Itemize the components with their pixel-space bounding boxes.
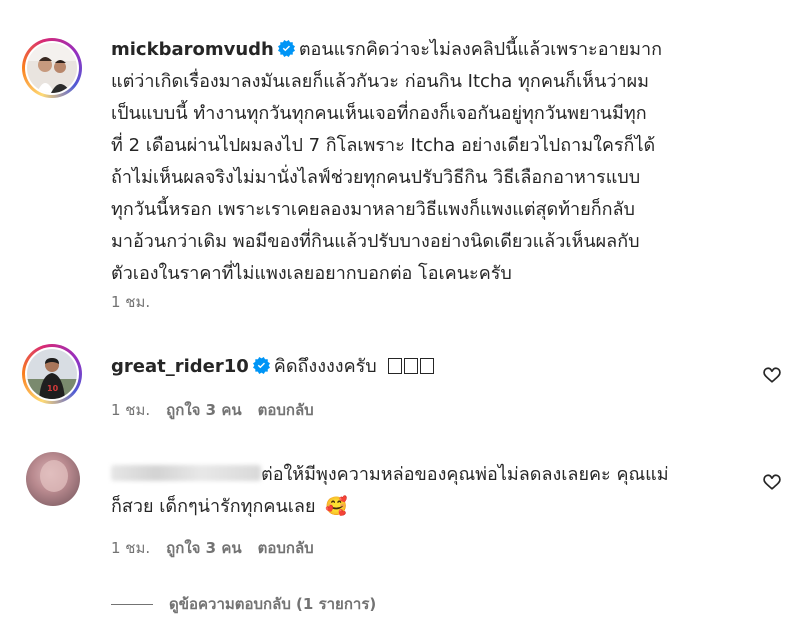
comment-line: แต่ว่าเกิดเรื่องมาลงมันเลยก็แล้วกันวะ ก่… [111,71,650,92]
comment-line: ก็สวย เด็กๆน่ารักทุกคนเลย [111,496,316,517]
comment-body: mickbaromvudh ตอนแรกคิดว่าจะไม่ลงคลิปนี้แ… [111,34,761,290]
verified-badge-icon [252,357,270,374]
heart-outline-icon[interactable] [762,472,782,492]
username[interactable]: great_rider10 [111,356,249,377]
missing-glyph-icon [420,358,435,374]
comment-body: ต่อให้มีพุงความหล่อของคุณพ่อไม่ลดลงเลยคะ… [111,459,761,523]
comment-line: เป็นแบบนี้ ทำงานทุกวันทุกคนเห็นเจอที่กอง… [111,103,647,124]
comment-meta: 1 ชม. [111,290,150,314]
comment-line: มาอ้วนกว่าเดิม พอมีของที่กินแล้วปรับบางอ… [111,231,640,252]
comment-line: ตอนแรกคิดว่าจะไม่ลงคลิปนี้แล้วเพราะอายมา… [298,39,663,60]
avatar-photo-icon [27,43,77,93]
missing-emoji-boxes [388,356,436,377]
avatar-photo-icon: 10 [27,349,77,399]
comment-body: great_rider10 คิดถึงงงงครับ [111,351,761,383]
avatar-great-rider10[interactable]: 10 [22,344,82,404]
comment-line: ถ้าไม่เห็นผลจริงไม่มานั่งไลฟ์ช่วยทุกคนปร… [111,167,641,188]
avatar-photo-icon [26,452,80,506]
comment-line: ทุกวันนี้หรอก เพราะเราเคยลองมาหลายวิธีแพ… [111,199,635,220]
likes-count[interactable]: ถูกใจ 3 คน [166,398,241,422]
timestamp[interactable]: 1 ชม. [111,536,150,560]
comment-line: ต่อให้มีพุงความหล่อของคุณพ่อไม่ลดลงเลยคะ… [261,464,669,485]
heart-outline-icon[interactable] [762,365,782,385]
view-replies-button[interactable]: ดูข้อความตอบกลับ (1 รายการ) [111,592,376,616]
missing-glyph-icon [404,358,419,374]
timestamp[interactable]: 1 ชม. [111,290,150,314]
avatar-blurred[interactable] [26,452,80,506]
smiling-face-hearts-emoji: 🥰 [325,496,348,517]
svg-text:10: 10 [47,384,59,393]
missing-glyph-icon [388,358,403,374]
comment-line: ที่ 2 เดือนผ่านไปผมลงไป 7 กิโลเพราะ Itch… [111,135,656,156]
timestamp[interactable]: 1 ชม. [111,398,150,422]
reply-button[interactable]: ตอบกลับ [258,536,314,560]
comment-line: ตัวเองในราคาที่ไม่แพงเลยอยากบอกต่อ โอเคน… [111,263,512,284]
avatar-mickbaromvudh[interactable] [22,38,82,98]
comment-meta: 1 ชม. ถูกใจ 3 คน ตอบกลับ [111,536,314,560]
likes-count[interactable]: ถูกใจ 3 คน [166,536,241,560]
view-replies-label: ดูข้อความตอบกลับ (1 รายการ) [169,595,377,613]
reply-button[interactable]: ตอบกลับ [258,398,314,422]
verified-badge-icon [277,40,295,57]
divider-line [111,603,153,605]
comment-meta: 1 ชม. ถูกใจ 3 คน ตอบกลับ [111,398,314,422]
username[interactable]: mickbaromvudh [111,39,274,60]
comment-text: คิดถึงงงงครับ [273,356,377,377]
username-blurred[interactable] [111,465,261,481]
